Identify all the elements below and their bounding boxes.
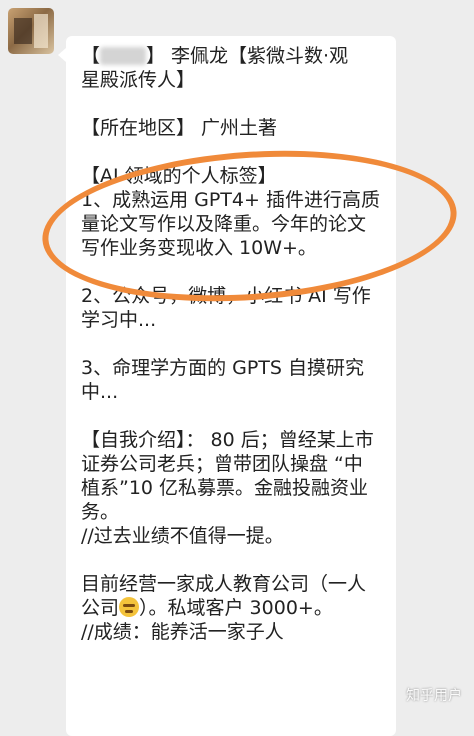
message-line: 公司 ）。私域客户 3000+。	[81, 596, 396, 620]
message-text: 【】 李佩龙【紫微斗数·观 星殿派传人】 【所在地区】 广州土著 【AI 领域的个人标…	[81, 44, 396, 644]
message-line: 星殿派传人】	[81, 68, 396, 92]
message-line: 目前经营一家成人教育公司（一人	[81, 572, 396, 596]
message-line-text: 学习中...	[81, 309, 157, 331]
message-line-text: 目前经营一家成人教育公司（一人	[81, 573, 367, 595]
avatar-detail	[14, 18, 32, 44]
message-line-text: //成绩：能养活一家子人	[81, 621, 284, 643]
message-line-text: 公司	[81, 597, 120, 619]
emoji-icon	[119, 597, 140, 617]
message-line-text: //过去业绩不值得一提。	[81, 525, 284, 547]
message-line: 【所在地区】 广州土著	[81, 116, 396, 140]
message-line: 【自我介绍】： 80 后；曾经某上市	[81, 428, 396, 452]
message-line: 植系”10 亿私募票。金融投融资业	[81, 476, 396, 500]
message-line-text: ）。私域客户 3000+。	[139, 597, 333, 619]
message-line: 中...	[81, 380, 396, 404]
message-line: 学习中...	[81, 308, 396, 332]
message-line: 3、命理学方面的 GPTS 自摸研究	[81, 356, 396, 380]
message-line-text: 3、命理学方面的 GPTS 自摸研究	[81, 357, 365, 379]
message-line-text: 中...	[81, 381, 119, 403]
message-line-text: 务。	[81, 501, 120, 523]
redacted-text	[100, 47, 147, 65]
watermark: 知乎用户	[406, 688, 462, 704]
message-line-text: 】 李佩龙【紫微斗数·观	[146, 45, 349, 67]
message-line: //过去业绩不值得一提。	[81, 524, 396, 548]
message-line-text: 星殿派传人】	[81, 69, 196, 91]
message-line-text: 【所在地区】 广州土著	[81, 117, 278, 139]
message-line-text: 【自我介绍】： 80 后；曾经某上市	[81, 429, 374, 451]
message-line: 【 】 李佩龙【紫微斗数·观	[81, 44, 396, 68]
message-line: //成绩：能养活一家子人	[81, 620, 396, 644]
message-line-text: 【	[81, 45, 101, 67]
message-line-text: 植系”10 亿私募票。金融投融资业	[81, 477, 369, 499]
avatar-detail	[34, 14, 48, 48]
message-line: 务。	[81, 500, 396, 524]
message-line-text: 证券公司老兵；曾带团队操盘 “中	[81, 453, 363, 475]
message-line: 证券公司老兵；曾带团队操盘 “中	[81, 452, 396, 476]
sender-avatar[interactable]	[8, 8, 54, 54]
